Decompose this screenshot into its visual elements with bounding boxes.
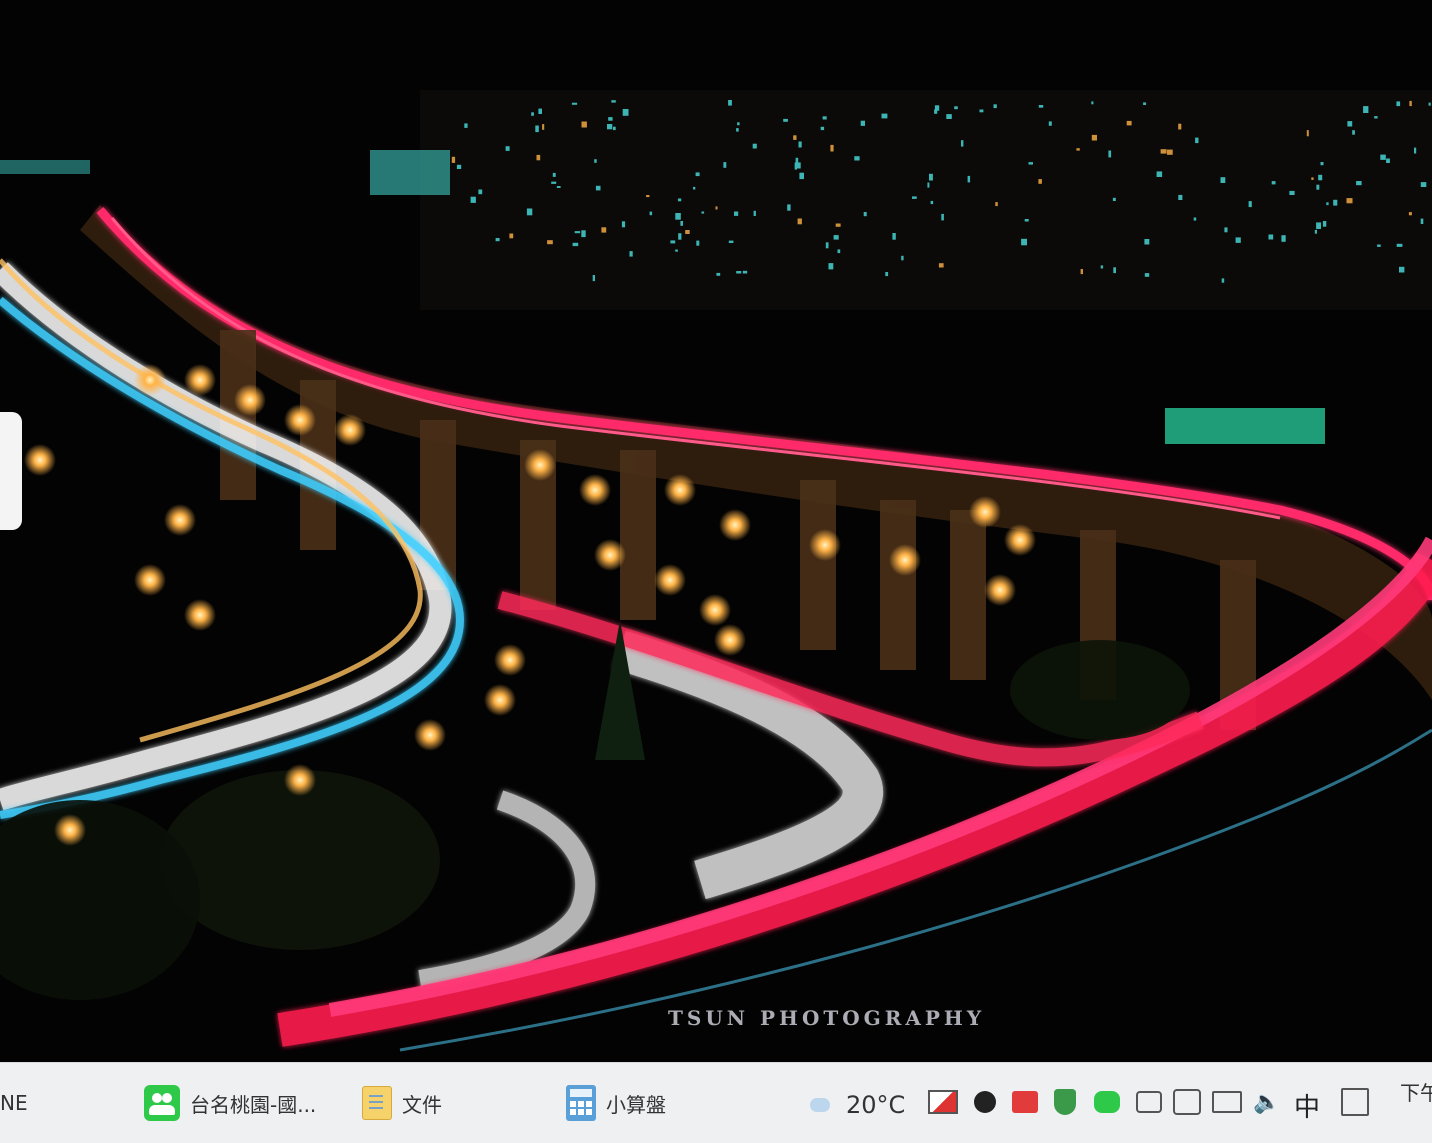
sync-icon[interactable] bbox=[1172, 1087, 1202, 1117]
taskbar-clock[interactable]: 下午 bbox=[1400, 1077, 1432, 1106]
photo-icon[interactable] bbox=[928, 1087, 958, 1117]
shield-icon[interactable] bbox=[1050, 1087, 1080, 1117]
folder-document-icon bbox=[362, 1086, 392, 1120]
taskbar-app-label: NE bbox=[0, 1091, 28, 1115]
red-app-icon[interactable] bbox=[1010, 1087, 1040, 1117]
contacts-icon bbox=[144, 1085, 180, 1121]
taskbar-app-calculator[interactable]: 小算盤 bbox=[566, 1081, 666, 1125]
side-panel-handle[interactable] bbox=[0, 412, 22, 530]
camera-icon[interactable] bbox=[1134, 1087, 1164, 1117]
input-method-indicator[interactable]: 中 bbox=[1294, 1087, 1320, 1124]
weather-widget[interactable]: 20°C bbox=[810, 1087, 905, 1123]
desktop-wallpaper: TSUN PHOTOGRAPHY bbox=[0, 0, 1432, 1062]
chat-icon[interactable] bbox=[1092, 1087, 1122, 1117]
night-highway-photo bbox=[0, 0, 1432, 1062]
bird-icon[interactable] bbox=[970, 1087, 1000, 1117]
taskbar-app-documents[interactable]: 文件 bbox=[362, 1081, 442, 1125]
cloud-icon bbox=[810, 1098, 830, 1112]
network-icon[interactable] bbox=[1212, 1087, 1242, 1117]
taskbar-app-label: 文件 bbox=[402, 1092, 442, 1117]
photographer-watermark: TSUN PHOTOGRAPHY bbox=[668, 1006, 986, 1030]
weather-temperature: 20°C bbox=[846, 1091, 906, 1119]
taskbar-app-label: 小算盤 bbox=[606, 1092, 666, 1117]
volume-icon[interactable]: 🔈 bbox=[1252, 1087, 1282, 1117]
taskbar: NE 台名桃園-國... 文件 小算盤 20°C 🔈 中 下午 bbox=[0, 1062, 1432, 1143]
calculator-icon bbox=[566, 1085, 596, 1121]
taskbar-app-label: 台名桃園-國... bbox=[190, 1092, 317, 1117]
notification-icon[interactable] bbox=[1340, 1087, 1370, 1117]
taskbar-app-contacts[interactable]: 台名桃園-國... bbox=[144, 1081, 316, 1125]
taskbar-app-line[interactable]: NE bbox=[0, 1081, 28, 1125]
